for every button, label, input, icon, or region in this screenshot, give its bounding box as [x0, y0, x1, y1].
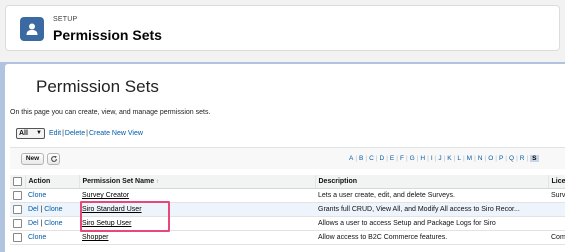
- highlight-box: [80, 201, 170, 232]
- clone-link[interactable]: Clone: [28, 192, 46, 199]
- setup-header: SETUP Permission Sets: [5, 5, 560, 51]
- page-title: Permission Sets: [36, 77, 159, 96]
- letter-filter-k[interactable]: K: [447, 155, 451, 162]
- letter-filter-s[interactable]: S: [530, 155, 539, 162]
- row-checkbox[interactable]: [13, 205, 22, 214]
- license-header[interactable]: Licen: [548, 175, 565, 189]
- clone-link[interactable]: Clone: [44, 206, 62, 213]
- alphabet-filter: A | B | C | D | E | F | G | H | I | J | K | L | M | N | O | P | Q | R | S: [349, 155, 539, 162]
- new-button[interactable]: New: [21, 153, 44, 165]
- permission-set-name-link[interactable]: Shopper: [82, 234, 108, 241]
- description-cell: Allow access to B2C Commerce features.: [315, 230, 548, 245]
- license-cell: Com: [548, 230, 565, 245]
- license-cell: [548, 202, 565, 217]
- setup-label: SETUP: [53, 16, 78, 23]
- del-link[interactable]: Del: [28, 220, 39, 227]
- user-icon: [20, 17, 44, 41]
- select-all-header: [10, 175, 26, 189]
- description-cell: Allows a user to access Setup and Packag…: [315, 216, 548, 231]
- license-cell: [548, 216, 565, 231]
- chevron-down-icon: ▼: [36, 130, 42, 136]
- description-cell: Grants full CRUD, View All, and Modify A…: [315, 202, 548, 217]
- edit-view-link[interactable]: Edit: [49, 130, 61, 137]
- create-view-link[interactable]: Create New View: [89, 130, 143, 137]
- description-header[interactable]: Description: [315, 175, 549, 189]
- sort-ascending-icon: ↑: [156, 179, 160, 185]
- letter-filter-g[interactable]: G: [410, 155, 415, 162]
- action-header: Action: [25, 175, 80, 189]
- clone-link[interactable]: Clone: [44, 220, 62, 227]
- description-cell: Lets a user create, edit, and delete Sur…: [315, 188, 548, 203]
- view-select-value: All: [19, 130, 28, 137]
- select-all-checkbox[interactable]: [13, 177, 22, 186]
- table-row: Clone Shopper Allow access to B2C Commer…: [10, 230, 565, 245]
- header-title: Permission Sets: [53, 27, 162, 43]
- page-description: On this page you can create, view, and m…: [10, 109, 211, 116]
- delete-view-link[interactable]: Delete: [65, 130, 85, 137]
- row-checkbox[interactable]: [13, 233, 22, 242]
- list-toolbar: New A | B | C | D | E | F | G | H | I | J | K | L | M | N | O | P | Q | R |…: [10, 147, 565, 169]
- refresh-icon: [51, 155, 57, 162]
- del-link[interactable]: Del: [28, 206, 39, 213]
- clone-link[interactable]: Clone: [28, 234, 46, 241]
- row-checkbox[interactable]: [13, 219, 22, 228]
- table-header-row: Action Permission Set Name ↑ Description…: [10, 175, 565, 189]
- license-cell: Surv: [548, 188, 565, 203]
- name-header[interactable]: Permission Set Name ↑: [79, 175, 316, 189]
- row-checkbox[interactable]: [13, 191, 22, 200]
- permission-set-name-link[interactable]: Survey Creator: [82, 192, 129, 199]
- name-header-label: Permission Set Name: [82, 178, 155, 185]
- view-select[interactable]: All ▼: [16, 128, 45, 139]
- view-links: Edit|Delete|Create New View: [49, 130, 143, 137]
- refresh-button[interactable]: [47, 153, 60, 165]
